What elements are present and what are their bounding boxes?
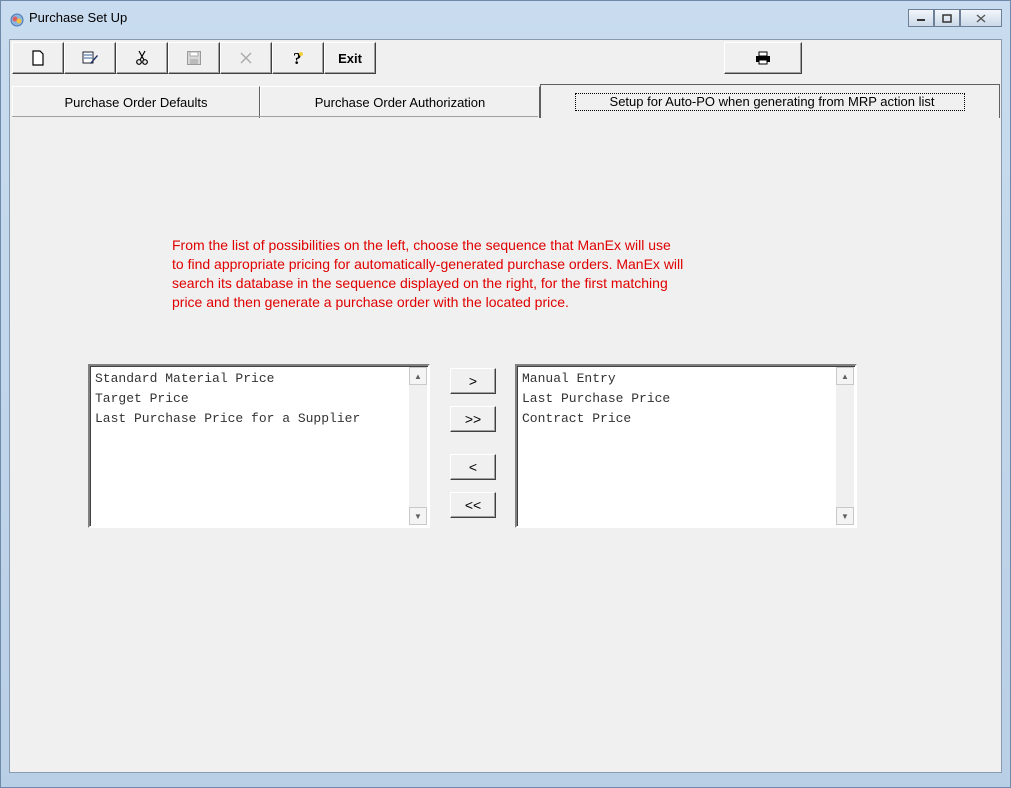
close-icon <box>976 13 986 23</box>
tab-auto-po-setup[interactable]: Setup for Auto-PO when generating from M… <box>540 84 1000 118</box>
list-item[interactable]: Standard Material Price <box>93 369 408 389</box>
app-icon <box>10 13 24 27</box>
new-button[interactable] <box>12 42 64 74</box>
tab-label: Purchase Order Defaults <box>64 95 208 110</box>
toolbar: ? Exit <box>12 42 376 76</box>
maximize-icon <box>942 13 952 23</box>
window-title: Purchase Set Up <box>29 10 128 25</box>
new-document-icon <box>32 50 44 66</box>
add-one-button[interactable]: > <box>450 368 496 394</box>
tab-label: Purchase Order Authorization <box>314 95 486 110</box>
scissors-icon <box>136 50 148 65</box>
exit-button[interactable]: Exit <box>324 42 376 74</box>
chevron-down-icon: ▼ <box>414 511 422 521</box>
title-bar[interactable]: Purchase Set Up <box>1 1 1010 39</box>
close-button[interactable] <box>960 9 1002 27</box>
chevron-up-icon: ▲ <box>414 371 422 381</box>
add-one-label: > <box>468 373 478 389</box>
tab-purchase-order-authorization[interactable]: Purchase Order Authorization <box>260 86 540 118</box>
scroll-up-button[interactable]: ▲ <box>409 367 427 385</box>
vertical-scrollbar[interactable]: ▲ ▼ <box>836 367 854 525</box>
printer-icon <box>756 51 770 65</box>
instruction-line: price and then generate a purchase order… <box>172 294 569 310</box>
list-item[interactable]: Last Purchase Price <box>520 389 835 409</box>
vertical-scrollbar[interactable]: ▲ ▼ <box>409 367 427 525</box>
remove-one-label: < <box>468 459 478 475</box>
remove-all-label: << <box>464 497 482 513</box>
add-all-button[interactable]: >> <box>450 406 496 432</box>
exit-label: Exit <box>338 50 362 66</box>
list-item[interactable]: Target Price <box>93 389 408 409</box>
client-area: ? Exit Purchase Order Defaults Purchase … <box>9 39 1002 773</box>
scroll-down-button[interactable]: ▼ <box>409 507 427 525</box>
chevron-up-icon: ▲ <box>841 371 849 381</box>
minimize-button[interactable] <box>908 9 934 27</box>
tab-strip: Purchase Order Defaults Purchase Order A… <box>12 84 1000 118</box>
app-window: Purchase Set Up ? Exit Purchase Order De… <box>0 0 1011 788</box>
scroll-down-button[interactable]: ▼ <box>836 507 854 525</box>
help-button[interactable]: ? <box>272 42 324 74</box>
delete-x-icon <box>240 52 252 64</box>
tab-divider <box>12 116 538 117</box>
instructions-text: From the list of possibilities on the le… <box>172 236 792 312</box>
tab-label: Setup for Auto-PO when generating from M… <box>574 92 966 111</box>
save-button[interactable] <box>168 42 220 74</box>
print-button[interactable] <box>724 42 802 74</box>
delete-button[interactable] <box>220 42 272 74</box>
tab-purchase-order-defaults[interactable]: Purchase Order Defaults <box>12 86 260 118</box>
list-item[interactable]: Last Purchase Price for a Supplier <box>93 409 408 429</box>
instruction-line: search its database in the sequence disp… <box>172 275 668 291</box>
instruction-line: From the list of possibilities on the le… <box>172 237 671 253</box>
help-question-icon: ? <box>293 49 303 67</box>
remove-one-button[interactable]: < <box>450 454 496 480</box>
cut-button[interactable] <box>116 42 168 74</box>
edit-button[interactable] <box>64 42 116 74</box>
scroll-up-button[interactable]: ▲ <box>836 367 854 385</box>
instruction-line: to find appropriate pricing for automati… <box>172 256 684 272</box>
remove-all-button[interactable]: << <box>450 492 496 518</box>
edit-icon <box>82 51 98 64</box>
minimize-icon <box>917 19 925 21</box>
chevron-down-icon: ▼ <box>841 511 849 521</box>
maximize-button[interactable] <box>934 9 960 27</box>
add-all-label: >> <box>464 411 482 427</box>
list-item[interactable]: Contract Price <box>520 409 835 429</box>
list-item[interactable]: Manual Entry <box>520 369 835 389</box>
available-prices-list[interactable]: Standard Material Price Target Price Las… <box>88 364 430 528</box>
selected-prices-list[interactable]: Manual Entry Last Purchase Price Contrac… <box>515 364 857 528</box>
save-icon <box>187 51 201 65</box>
svg-text:?: ? <box>293 49 302 67</box>
